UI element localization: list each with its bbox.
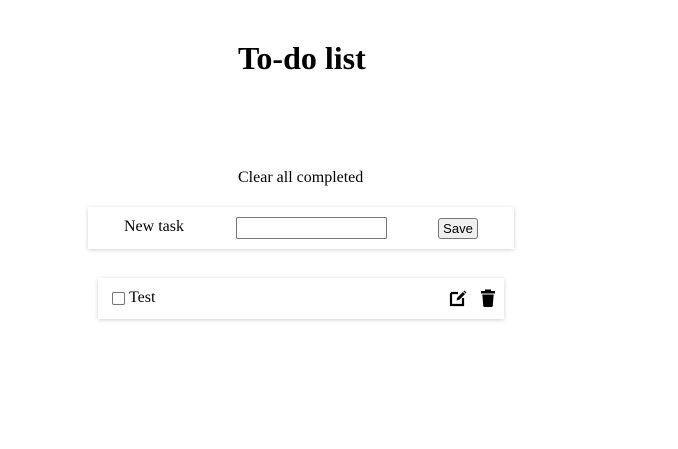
save-button[interactable]: Save xyxy=(438,218,478,239)
todo-page: To-do list Clear all completed New task … xyxy=(0,0,678,449)
task-item: Test xyxy=(98,278,504,319)
clear-completed-button[interactable]: Clear all completed xyxy=(238,168,363,188)
task-label: Test xyxy=(129,289,156,306)
new-task-label: New task xyxy=(124,218,184,235)
edit-icon[interactable] xyxy=(448,288,468,308)
new-task-input[interactable] xyxy=(236,217,387,239)
new-task-form: New task Save xyxy=(88,207,514,249)
trash-icon[interactable] xyxy=(478,288,498,308)
page-title: To-do list xyxy=(238,40,366,76)
task-checkbox[interactable] xyxy=(112,292,125,305)
